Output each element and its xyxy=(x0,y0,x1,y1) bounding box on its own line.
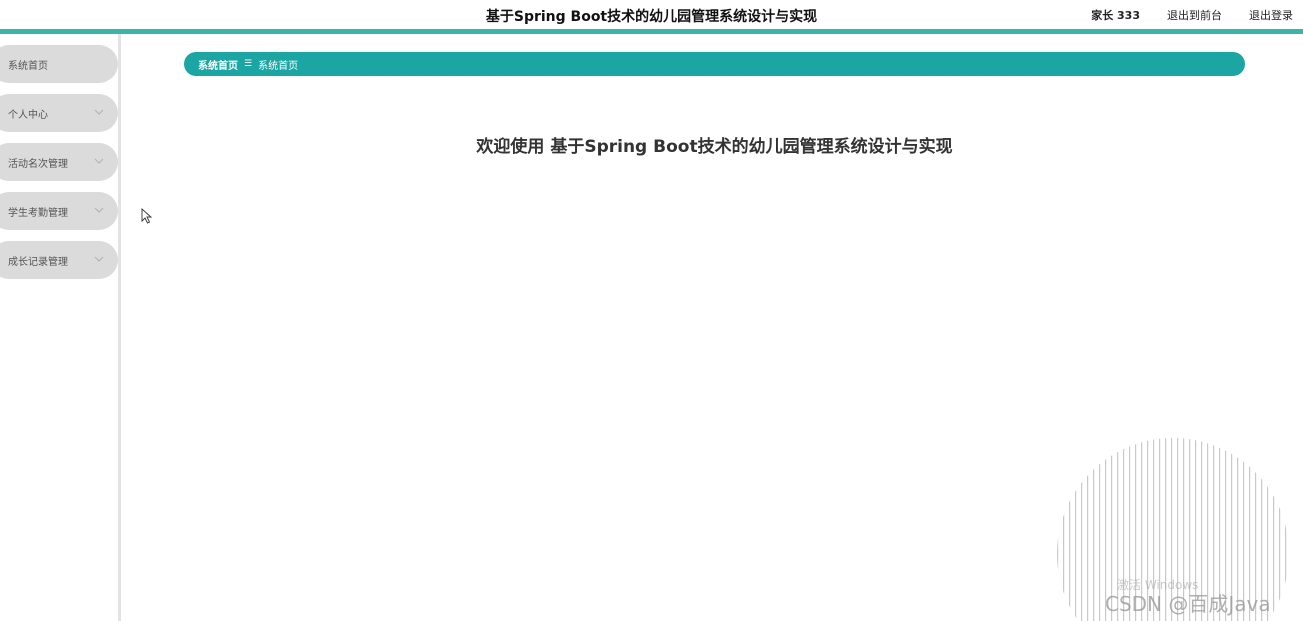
breadcrumb-current: 系统首页 xyxy=(258,60,299,72)
breadcrumb-home-link[interactable]: 系统首页 xyxy=(198,57,238,72)
chevron-down-icon xyxy=(94,109,104,115)
mouse-cursor-icon xyxy=(141,208,153,224)
chevron-down-icon xyxy=(94,158,104,164)
sidebar-item-attendance[interactable]: 学生考勤管理 xyxy=(0,192,118,230)
sidebar-item-activity-ranking[interactable]: 活动名次管理 xyxy=(0,143,118,181)
sidebar-item-label: 个人中心 xyxy=(8,109,48,121)
chevron-down-icon xyxy=(94,256,104,262)
csdn-watermark: CSDN @百成Java xyxy=(1105,592,1271,616)
chevron-down-icon xyxy=(94,207,104,213)
back-to-front-link[interactable]: 退出到前台 xyxy=(1167,7,1222,23)
sidebar: 系统首页 个人中心 活动名次管理 学生考勤管理 成长记录管理 xyxy=(0,34,121,621)
current-user: 家长 333 xyxy=(1091,9,1140,22)
sidebar-item-home[interactable]: 系统首页 xyxy=(0,45,118,83)
sidebar-item-label: 成长记录管理 xyxy=(8,256,68,268)
sidebar-item-label: 系统首页 xyxy=(8,60,48,72)
sidebar-item-growth-records[interactable]: 成长记录管理 xyxy=(0,241,118,279)
breadcrumb-separator-icon: ☰ xyxy=(244,59,253,69)
logout-link[interactable]: 退出登录 xyxy=(1249,7,1293,23)
sidebar-item-label: 学生考勤管理 xyxy=(8,207,68,219)
sidebar-item-personal-center[interactable]: 个人中心 xyxy=(0,94,118,132)
header-accent-bar xyxy=(0,29,1303,34)
breadcrumb: 系统首页 ☰ 系统首页 xyxy=(184,52,1245,76)
sidebar-item-label: 活动名次管理 xyxy=(8,158,68,170)
top-header: 基于Spring Boot技术的幼儿园管理系统设计与实现 家长 333 退出到前… xyxy=(0,0,1303,30)
welcome-heading: 欢迎使用 基于Spring Boot技术的幼儿园管理系统设计与实现 xyxy=(476,137,953,157)
header-actions: 家长 333 退出到前台 退出登录 xyxy=(1091,7,1293,23)
